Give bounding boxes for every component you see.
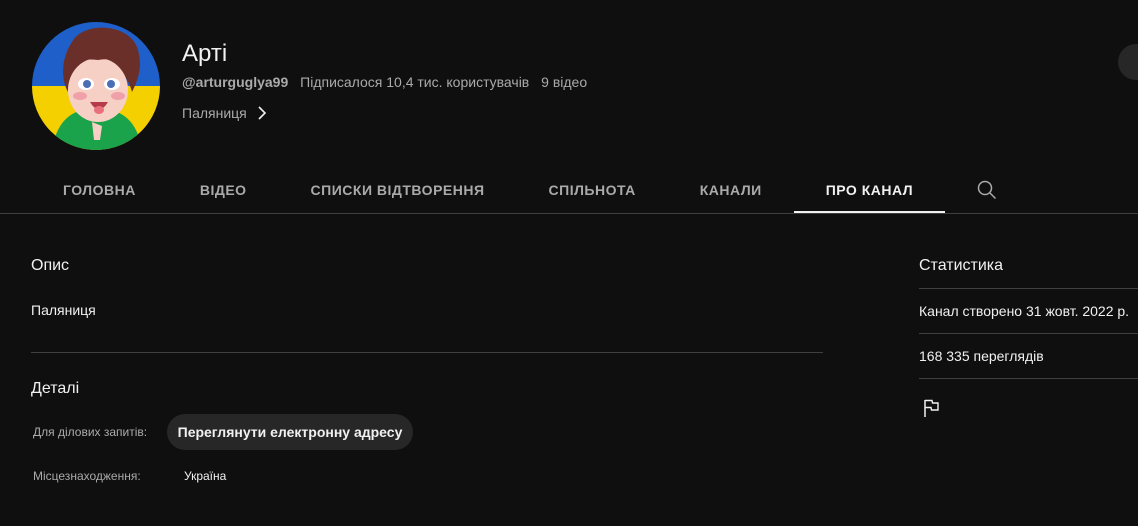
channel-description-link[interactable]: Паляниця (182, 105, 267, 121)
flag-icon (924, 399, 939, 417)
subscriber-count: Підписалося 10,4 тис. користувачів (300, 74, 530, 90)
tab-videos[interactable]: ВІДЕО (168, 166, 279, 214)
tab-about[interactable]: ПРО КАНАЛ (793, 166, 946, 214)
tab-channels[interactable]: КАНАЛИ (668, 166, 794, 214)
video-count: 9 відео (541, 74, 588, 90)
report-button[interactable] (919, 396, 943, 420)
channel-description-text: Паляниця (182, 105, 247, 121)
channel-meta: @arturguglya99 Підписалося 10,4 тис. кор… (182, 74, 587, 90)
channel-created-date: Канал створено 31 жовт. 2022 р. (919, 303, 1130, 319)
view-email-button[interactable]: Переглянути електронну адресу (167, 414, 413, 450)
description-heading: Опис (31, 257, 70, 274)
location-label: Місцезнаходження: (33, 469, 141, 483)
channel-tabs: ГОЛОВНА ВІДЕО СПИСКИ ВІДТВОРЕННЯ СПІЛЬНО… (31, 166, 1011, 214)
chevron-right-icon (258, 106, 266, 120)
channel-avatar[interactable] (32, 22, 160, 150)
description-text: Паляниця (31, 302, 96, 318)
stats-divider-1 (919, 288, 1138, 289)
tab-playlists[interactable]: СПИСКИ ВІДТВОРЕННЯ (279, 166, 517, 214)
tab-home[interactable]: ГОЛОВНА (31, 166, 168, 214)
view-count: 168 335 переглядів (919, 348, 1044, 364)
subscribe-button-partial[interactable] (1118, 44, 1138, 80)
business-inquiries-label: Для ділових запитів: (33, 425, 148, 439)
channel-name: Арті (182, 40, 228, 67)
stats-divider-3 (919, 378, 1138, 379)
stats-heading: Статистика (919, 257, 1004, 274)
channel-search-button[interactable] (963, 166, 1011, 214)
avatar-illustration (32, 22, 160, 150)
tabs-divider (0, 213, 1138, 214)
stats-divider-2 (919, 333, 1138, 334)
channel-header: Арті @arturguglya99 Підписалося 10,4 тис… (0, 0, 1138, 214)
search-icon (977, 180, 997, 200)
tab-community[interactable]: СПІЛЬНОТА (517, 166, 668, 214)
description-divider (31, 352, 823, 353)
channel-handle: @arturguglya99 (182, 74, 289, 90)
location-value: Україна (184, 469, 227, 483)
details-heading: Деталі (31, 380, 80, 397)
